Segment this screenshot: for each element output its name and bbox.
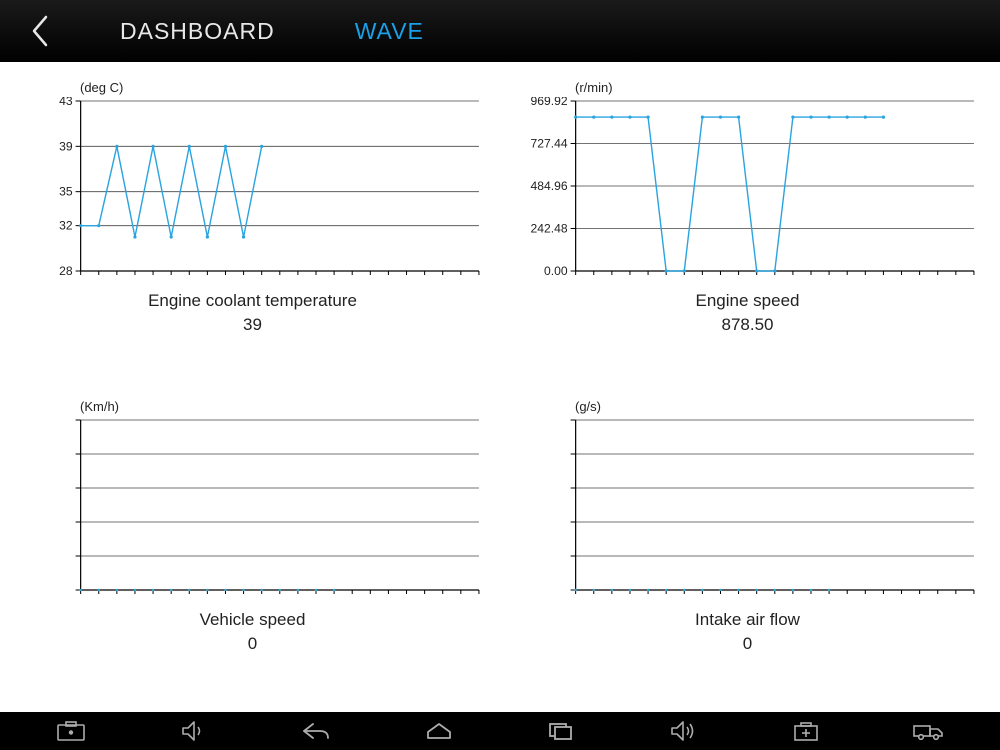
tab-wave[interactable]: WAVE	[355, 18, 424, 45]
svg-text:242.48: 242.48	[531, 222, 568, 236]
chart: 28 32 35 39 43	[20, 97, 485, 277]
charts-grid: (deg C) 28 32 35 39 43 Engine coolant temper…	[0, 62, 1000, 712]
android-navbar	[0, 712, 1000, 750]
panel-value: 39	[243, 315, 262, 335]
app-header: DASHBOARD WAVE	[0, 0, 1000, 62]
volume-down-icon[interactable]	[159, 712, 229, 750]
svg-text:0.00: 0.00	[544, 264, 568, 277]
chart	[20, 416, 485, 596]
back-icon[interactable]	[281, 712, 351, 750]
panel-value: 0	[743, 634, 752, 654]
panel-engine-speed: (r/min) 0.00 242.48 484.96 727.44 969.92 Eng…	[515, 80, 980, 393]
svg-text:32: 32	[59, 219, 73, 233]
panel-title: Engine speed	[696, 291, 800, 311]
chart-unit: (g/s)	[575, 399, 980, 414]
panel-intake-air-flow: (g/s) Intake air flow 0	[515, 399, 980, 712]
svg-text:39: 39	[59, 139, 73, 153]
panel-title: Engine coolant temperature	[148, 291, 357, 311]
svg-text:43: 43	[59, 97, 73, 108]
screenshot-icon[interactable]	[36, 712, 106, 750]
home-icon[interactable]	[404, 712, 474, 750]
panel-engine-coolant-temperature: (deg C) 28 32 35 39 43 Engine coolant temper…	[20, 80, 485, 393]
chart-unit: (deg C)	[80, 80, 485, 95]
chart-unit: (r/min)	[575, 80, 980, 95]
panel-title: Intake air flow	[695, 610, 800, 630]
chart: 0.00 242.48 484.96 727.44 969.92	[515, 97, 980, 277]
add-box-icon[interactable]	[771, 712, 841, 750]
header-tabs: DASHBOARD WAVE	[120, 18, 424, 45]
svg-text:28: 28	[59, 264, 73, 277]
chart-unit: (Km/h)	[80, 399, 485, 414]
svg-text:484.96: 484.96	[531, 179, 568, 193]
svg-text:35: 35	[59, 185, 73, 199]
volume-up-icon[interactable]	[649, 712, 719, 750]
back-button[interactable]	[0, 0, 80, 62]
panel-value: 878.50	[722, 315, 774, 335]
svg-text:969.92: 969.92	[531, 97, 568, 108]
panel-value: 0	[248, 634, 257, 654]
panel-vehicle-speed: (Km/h) Vehicle speed 0	[20, 399, 485, 712]
tab-dashboard[interactable]: DASHBOARD	[120, 18, 275, 45]
svg-text:727.44: 727.44	[531, 137, 568, 151]
panel-title: Vehicle speed	[200, 610, 306, 630]
chart	[515, 416, 980, 596]
chevron-left-icon	[29, 14, 51, 48]
truck-icon[interactable]	[894, 712, 964, 750]
recent-apps-icon[interactable]	[526, 712, 596, 750]
